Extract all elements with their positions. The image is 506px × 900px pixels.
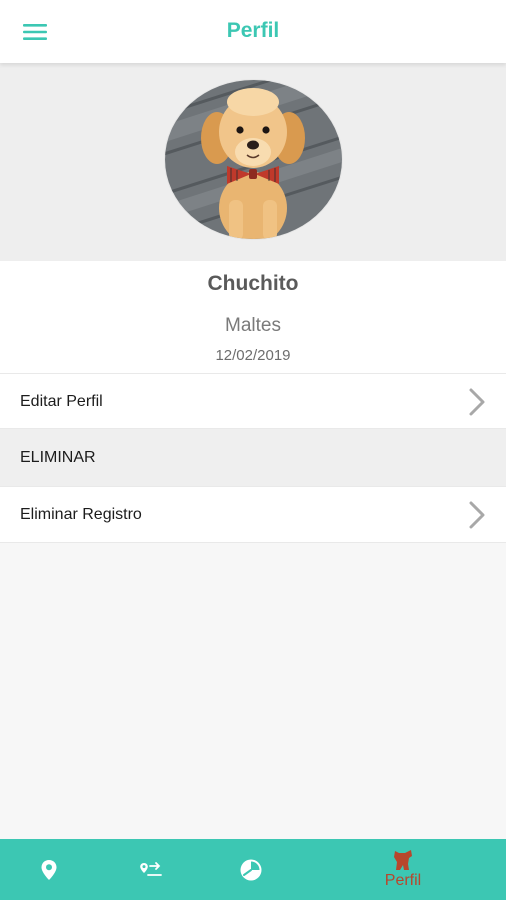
delete-section-header: ELIMINAR bbox=[0, 429, 506, 486]
nav-item-perfil[interactable]: Perfil bbox=[366, 839, 440, 900]
app-bar: Perfil bbox=[0, 0, 506, 63]
nav-item-history[interactable] bbox=[222, 839, 280, 900]
chevron-right-icon bbox=[469, 388, 485, 416]
section-header-label: ELIMINAR bbox=[20, 449, 96, 466]
edit-profile-row[interactable]: Editar Perfil bbox=[0, 373, 506, 429]
pet-photo bbox=[165, 80, 342, 239]
clock-pie-icon bbox=[240, 859, 262, 880]
chevron-right-icon bbox=[469, 501, 485, 529]
route-icon bbox=[140, 861, 162, 876]
pet-date: 12/02/2019 bbox=[215, 347, 291, 364]
nav-item-location[interactable] bbox=[20, 839, 78, 900]
pet-breed: Maltes bbox=[225, 315, 281, 336]
bottom-nav: Perfil bbox=[0, 839, 506, 900]
page-title: Perfil bbox=[226, 19, 280, 42]
dog-icon bbox=[394, 850, 412, 870]
profile-hero bbox=[0, 63, 506, 261]
location-pin-icon bbox=[41, 859, 57, 880]
edit-profile-label: Editar Perfil bbox=[20, 393, 103, 410]
delete-record-label: Eliminar Registro bbox=[20, 506, 142, 523]
pet-name: Chuchito bbox=[207, 272, 299, 295]
nav-item-route[interactable] bbox=[122, 839, 180, 900]
pet-info: Chuchito Maltes 12/02/2019 bbox=[0, 261, 506, 373]
delete-record-row[interactable]: Eliminar Registro bbox=[0, 486, 506, 543]
pet-avatar[interactable] bbox=[165, 80, 342, 239]
nav-label-perfil: Perfil bbox=[384, 872, 422, 889]
